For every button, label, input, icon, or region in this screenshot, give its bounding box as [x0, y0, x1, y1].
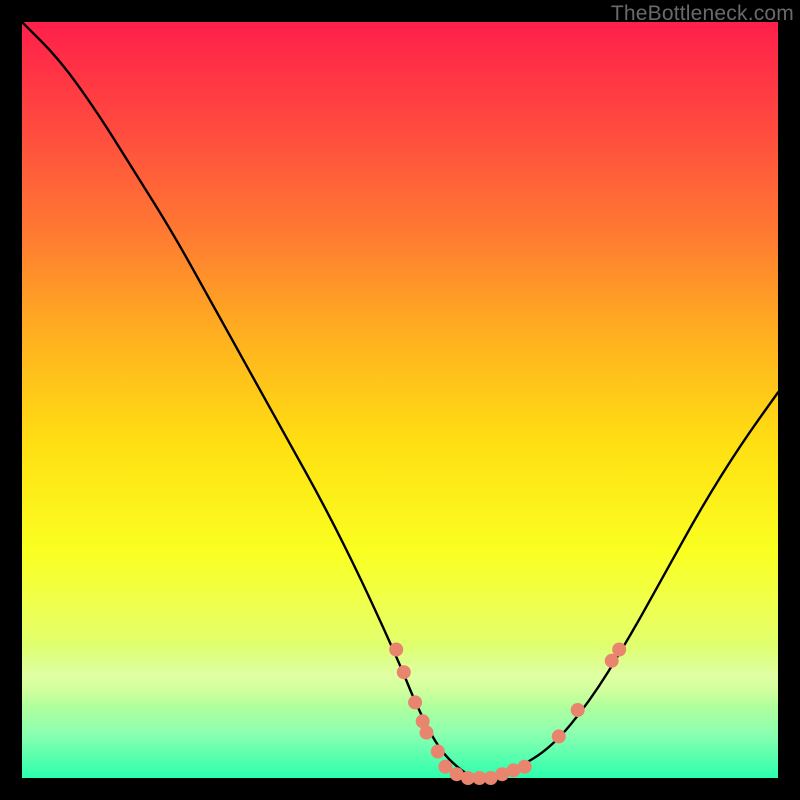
data-marker — [408, 695, 422, 709]
data-marker — [420, 726, 434, 740]
data-marker — [397, 665, 411, 679]
data-marker — [518, 760, 532, 774]
data-marker — [612, 643, 626, 657]
bottleneck-curve — [22, 22, 778, 778]
data-marker — [389, 643, 403, 657]
data-marker — [431, 745, 445, 759]
curve-layer — [22, 22, 778, 778]
data-marker — [571, 703, 585, 717]
data-marker — [552, 729, 566, 743]
marker-layer — [389, 643, 626, 786]
chart-frame: TheBottleneck.com — [0, 0, 800, 800]
